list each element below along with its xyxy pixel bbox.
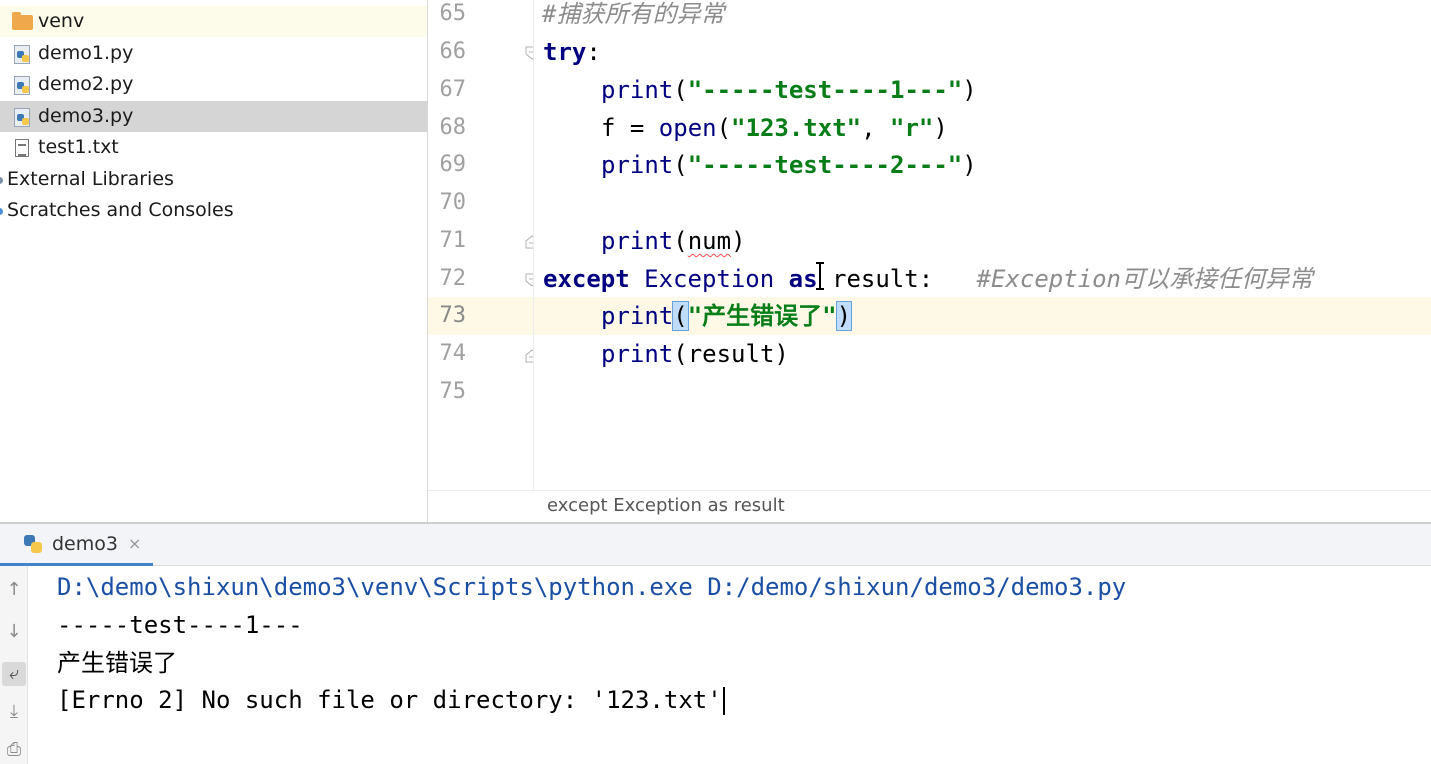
tree-item-demo3[interactable]: demo3.py [0, 101, 427, 132]
tree-item-venv[interactable]: venv [0, 6, 427, 37]
code-punct: ) [962, 151, 977, 179]
line-number: 66 [439, 39, 467, 64]
tree-item-label: External Libraries [7, 168, 174, 190]
tree-item-label: demo1.py [38, 42, 134, 64]
console-line: 产生错误了 [57, 649, 177, 677]
code-punct: , [861, 114, 890, 142]
code-punct: ) [962, 76, 977, 104]
tree-item-demo1[interactable]: demo1.py [0, 38, 427, 69]
console-line-command: D:\demo\shixun\demo3\venv\Scripts\python… [57, 573, 1127, 601]
code-brace-match: ) [835, 301, 853, 331]
code-function: open [658, 114, 717, 142]
folder-icon [12, 11, 34, 33]
soft-wrap-icon[interactable]: ⤶ [2, 662, 26, 686]
line-number: 74 [439, 341, 467, 366]
code-punct: ) [731, 227, 746, 255]
python-file-icon [12, 106, 34, 128]
code-brace-match: ( [672, 301, 689, 331]
scroll-to-end-icon[interactable]: ⤓ [2, 700, 26, 724]
line-number: 68 [439, 115, 467, 140]
tree-item-label: venv [38, 10, 85, 32]
tree-item-external-libraries[interactable]: External Libraries [0, 164, 427, 195]
line-number: 65 [439, 1, 467, 26]
line-number: 71 [439, 228, 467, 253]
code-line-69[interactable]: print("-----test----2---") [601, 146, 1431, 184]
code-punct: ( [673, 227, 688, 255]
breadcrumb-bar: except Exception as result [428, 490, 1431, 522]
console-output[interactable]: D:\demo\shixun\demo3\venv\Scripts\python… [28, 566, 1431, 764]
code-punct: ( [716, 114, 732, 142]
tree-item-demo2[interactable]: demo2.py [0, 69, 427, 100]
python-file-icon [12, 74, 34, 96]
code-line-71[interactable]: print(num) [601, 222, 1431, 260]
code-text: f = [601, 114, 659, 142]
code-text: result: [817, 265, 934, 293]
code-string: "-----test----1---" [687, 76, 963, 104]
console-line-error: [Errno 2] No such file or directory: '12… [57, 681, 725, 719]
code-punct: ( [673, 151, 688, 179]
print-icon[interactable]: ⎙ [2, 738, 26, 762]
line-number: 69 [439, 152, 467, 177]
line-number: 70 [439, 190, 467, 215]
code-string: "产生错误了" [687, 302, 837, 330]
console-line-text: [Errno 2] No such file or directory: '12… [57, 686, 722, 714]
down-arrow-icon[interactable]: ↓ [2, 620, 26, 644]
run-tab-label: demo3 [52, 532, 118, 555]
tree-item-label: demo2.py [38, 73, 134, 95]
code-punct: ) [774, 340, 789, 368]
code-punct: ( [673, 76, 688, 104]
text-file-icon [12, 137, 34, 159]
code-line-68[interactable]: f = open("123.txt", "r") [601, 109, 1431, 147]
run-panel-header: demo3 × [0, 524, 1431, 566]
tree-item-test1[interactable]: test1.txt [0, 132, 427, 163]
code-function: print [601, 151, 674, 179]
text-cursor-icon [816, 262, 824, 290]
code-punct: ( [673, 340, 688, 368]
code-line-66[interactable]: try: [543, 33, 1431, 71]
tree-item-label: Scratches and Consoles [7, 199, 234, 221]
scratches-icon [0, 200, 7, 222]
console-line: -----test----1--- [57, 611, 303, 639]
run-toolbar: ↑ ↓ ⤶ ⤓ ⎙ [0, 566, 28, 764]
editor-gutter: 65 66 67 68 69 70 71 72 73 74 75 [428, 0, 539, 490]
line-number: 67 [439, 77, 467, 102]
code-line-65[interactable]: #捕获所有的异常 [542, 0, 1431, 33]
code-comment: #Exception可以承接任何异常 [976, 265, 1314, 293]
code-line-74[interactable]: print(result) [601, 335, 1431, 373]
tree-item-label: test1.txt [38, 136, 119, 158]
code-function: print [601, 340, 674, 368]
code-string: "123.txt" [731, 114, 862, 142]
code-keyword: except [543, 265, 630, 293]
breadcrumb[interactable]: except Exception as result [547, 495, 785, 516]
code-text: result [687, 340, 775, 368]
code-string: "r" [890, 114, 934, 142]
code-keyword: try [543, 38, 587, 66]
tree-item-scratches[interactable]: Scratches and Consoles [0, 195, 427, 226]
project-tree-panel: venv demo1.py demo2.py demo3.py test1.tx… [0, 0, 427, 522]
python-icon [22, 533, 44, 555]
code-punct: ) [933, 114, 948, 142]
run-tab-demo3[interactable]: demo3 × [0, 524, 154, 566]
tree-item-label: demo3.py [38, 105, 134, 127]
code-class: Exception [644, 265, 775, 293]
up-arrow-icon[interactable]: ↑ [2, 578, 26, 602]
code-line-67[interactable]: print("-----test----1---") [601, 71, 1431, 109]
library-icon [0, 169, 7, 191]
code-comment: #捕获所有的异常 [542, 0, 725, 28]
code-function: print [601, 227, 674, 255]
line-number: 72 [439, 266, 467, 291]
code-editor[interactable]: #捕获所有的异常 try: print("-----test----1---")… [534, 0, 1431, 490]
code-function: print [601, 76, 674, 104]
line-number: 75 [439, 379, 467, 404]
code-line-72[interactable]: except Exception as result: #Exception可以… [543, 260, 1431, 298]
line-number-current: 73 [439, 303, 467, 328]
close-icon[interactable]: × [128, 534, 141, 553]
code-function: print [601, 302, 674, 330]
code-string: "-----test----2---" [687, 151, 963, 179]
code-line-73[interactable]: print("产生错误了") [534, 297, 1431, 335]
python-file-icon [12, 43, 34, 65]
code-unresolved-reference: num [687, 227, 732, 255]
text-caret [722, 687, 725, 715]
code-punct: : [586, 38, 601, 66]
